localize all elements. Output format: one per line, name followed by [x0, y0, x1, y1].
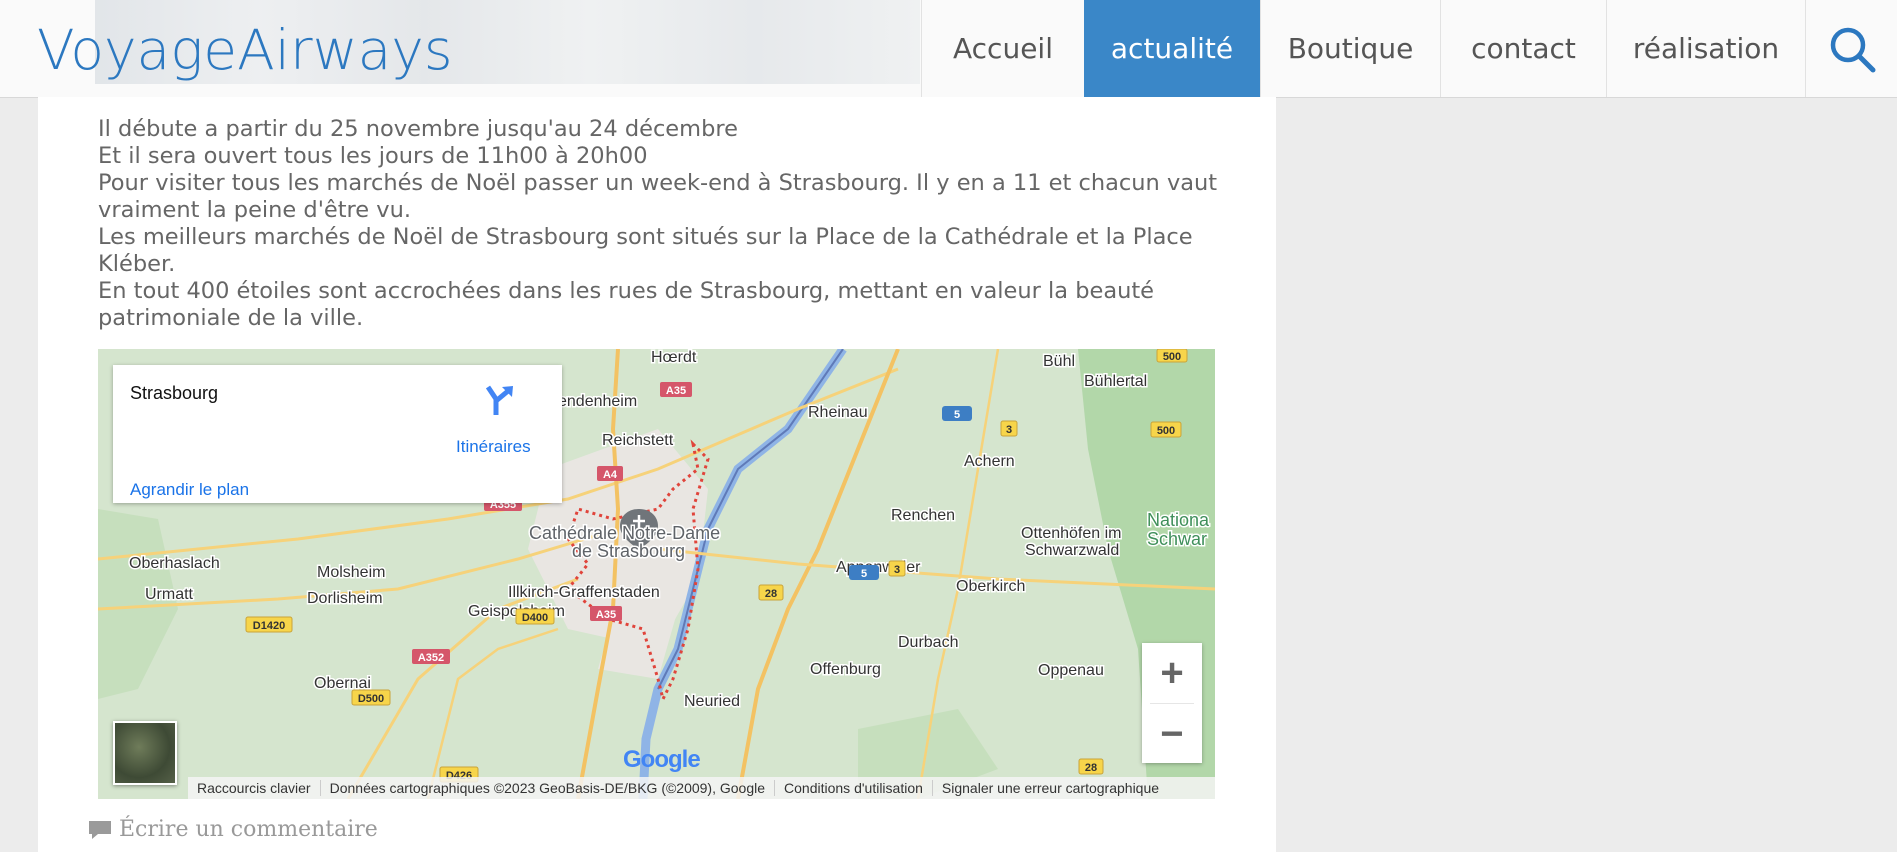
nav-boutique[interactable]: Boutique: [1260, 0, 1440, 97]
map-label-park: Nationa: [1147, 510, 1210, 530]
map-label-cathedral: de Strasbourg: [572, 541, 685, 561]
road-shield: D400: [522, 612, 548, 624]
map-place-name: Strasbourg: [130, 383, 219, 403]
zoom-controls: + −: [1142, 643, 1202, 763]
road-shield: 3: [1006, 424, 1012, 436]
map-label: endenheim: [558, 393, 637, 410]
map-label: Ottenhöfen im: [1021, 525, 1122, 542]
road-shield: A4: [603, 469, 618, 481]
directions-link[interactable]: Itinéraires: [456, 437, 531, 457]
road-shield: 5: [861, 568, 867, 580]
map-data-credit: Données cartographiques ©2023 GeoBasis-D…: [321, 780, 776, 796]
road-shield: 500: [1163, 351, 1181, 363]
road-shield: 5: [954, 409, 960, 421]
nav-accueil[interactable]: Accueil: [921, 0, 1084, 97]
map-label-cathedral: Cathédrale Notre-Dame: [529, 523, 720, 543]
road-shield: D1420: [253, 620, 285, 632]
map-label: Oberhaslach: [129, 555, 220, 572]
article-line: Et il sera ouvert tous les jours de 11h0…: [98, 143, 648, 169]
article-body: Il débute a partir du 25 novembre jusqu'…: [98, 116, 1248, 332]
map-attribution-bar: Raccourcis clavier Données cartographiqu…: [188, 777, 1215, 799]
map-label: Schwarzwald: [1025, 542, 1119, 559]
map-label: Oppenau: [1038, 662, 1104, 679]
keyboard-shortcuts-link[interactable]: Raccourcis clavier: [188, 780, 321, 796]
article-line: Pour visiter tous les marchés de Noël pa…: [98, 170, 1218, 223]
write-comment-link[interactable]: Écrire un commentaire: [87, 817, 378, 842]
search-button[interactable]: [1805, 0, 1897, 97]
write-comment-label[interactable]: Écrire un commentaire: [119, 817, 378, 842]
map-info-box: Strasbourg Itinéraires Agrandir le plan: [113, 365, 562, 503]
terms-link[interactable]: Conditions d'utilisation: [775, 780, 933, 796]
map-label: Rheinau: [808, 404, 868, 421]
satellite-view-toggle[interactable]: [113, 721, 177, 785]
report-error-link[interactable]: Signaler une erreur cartographique: [933, 780, 1168, 796]
map-label: Urmatt: [145, 586, 194, 603]
map-label: Bühl: [1043, 353, 1075, 370]
enlarge-map-link[interactable]: Agrandir le plan: [130, 480, 249, 500]
map-label: Durbach: [898, 634, 958, 651]
nav-actualite[interactable]: actualité: [1084, 0, 1260, 97]
road-shield: 28: [765, 588, 777, 600]
map-label: Dorlisheim: [307, 590, 383, 607]
map-label: Molsheim: [317, 564, 385, 581]
road-shield: A352: [418, 652, 444, 664]
zoom-out-button[interactable]: −: [1142, 704, 1202, 764]
map-label: Renchen: [891, 507, 955, 524]
map-label: Hœrdt: [651, 349, 697, 366]
map-label: Reichstett: [602, 432, 674, 449]
road-shield: A35: [596, 609, 616, 621]
google-logo: Google: [623, 746, 701, 773]
search-icon: [1830, 27, 1876, 72]
nav-contact[interactable]: contact: [1440, 0, 1606, 97]
road-shield: A35: [666, 385, 686, 397]
embedded-map[interactable]: Hœrdt endenheim Reichstett Rheinau Bühl …: [98, 349, 1215, 799]
map-label: Illkirch-Graffenstaden: [508, 584, 660, 601]
article-line: En tout 400 étoiles sont accrochées dans…: [98, 278, 1155, 331]
article-line: Les meilleurs marchés de Noël de Strasbo…: [98, 224, 1193, 277]
road-shield: D500: [358, 693, 384, 705]
map-label: Neuried: [684, 693, 740, 710]
map-label: Offenburg: [810, 661, 881, 678]
comment-icon: [89, 820, 111, 839]
zoom-in-button[interactable]: +: [1142, 643, 1202, 703]
article-line: Il débute a partir du 25 novembre jusqu'…: [98, 116, 738, 142]
map-label: Achern: [964, 453, 1015, 470]
map-label: Obernai: [314, 675, 371, 692]
map-label: Bühlertal: [1084, 373, 1147, 390]
site-header: VoyageAirways Accueil actualité Boutique…: [0, 0, 1897, 98]
map-label: Oberkirch: [956, 578, 1025, 595]
map-label-park: Schwar: [1147, 529, 1207, 549]
nav-realisation[interactable]: réalisation: [1606, 0, 1805, 97]
road-shield: 3: [894, 564, 900, 576]
site-logo[interactable]: VoyageAirways: [37, 18, 453, 82]
road-shield: 500: [1157, 425, 1175, 437]
road-shield: 28: [1085, 762, 1097, 774]
